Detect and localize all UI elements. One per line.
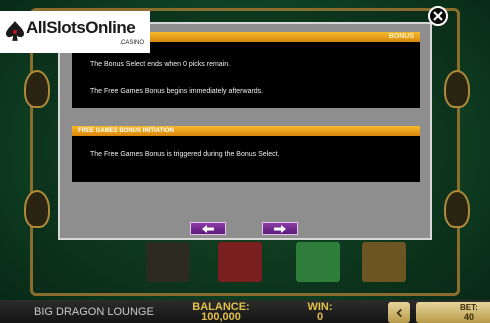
free-games-panel: FREE GAMES BONUS INITIATION The Free Gam…	[72, 126, 420, 182]
reel-symbol-red	[218, 242, 262, 282]
logo-brand-text: AllSlotsOnline	[26, 18, 136, 37]
site-logo: AllSlotsOnline .CASINO	[0, 11, 150, 53]
reel-symbol-dark	[146, 242, 190, 282]
arrow-left-icon	[202, 224, 214, 233]
win-value: 0	[316, 311, 324, 323]
balance-value: 100,000	[201, 311, 241, 323]
right-ornament-bottom	[444, 190, 470, 228]
bet-label: BET:	[460, 303, 478, 312]
chevron-left-icon	[396, 308, 402, 317]
spade-logo-icon	[6, 21, 24, 41]
left-ornament-bottom	[24, 190, 50, 228]
bonus-panel-line-1: The Bonus Select ends when 0 picks remai…	[90, 61, 231, 68]
close-icon	[433, 11, 443, 21]
next-page-button[interactable]	[262, 222, 298, 235]
arrow-right-icon	[274, 224, 286, 233]
bonus-panel-header-tag: BONUS	[388, 33, 414, 40]
bottom-bar: BIG DRAGON LOUNGE BALANCE: 100,000 WIN: …	[0, 300, 490, 323]
reel-symbol-green	[296, 242, 340, 282]
close-button[interactable]	[428, 6, 448, 26]
bet-decrease-button[interactable]	[388, 302, 410, 323]
left-ornament-top	[24, 70, 50, 108]
prev-page-button[interactable]	[190, 222, 226, 235]
bonus-panel-line-2: The Free Games Bonus begins immediately …	[90, 88, 264, 95]
free-games-panel-line-1: The Free Games Bonus is triggered during…	[90, 151, 280, 158]
info-overlay: BONUS The Bonus Select ends when 0 picks…	[58, 22, 432, 240]
free-games-panel-title: FREE GAMES BONUS INITIATION	[78, 128, 174, 134]
bet-value: 40	[464, 312, 475, 322]
game-title: BIG DRAGON LOUNGE	[34, 306, 154, 318]
logo-suffix-text: .CASINO	[119, 40, 144, 46]
reel-symbol-gold	[362, 242, 406, 282]
right-ornament-top	[444, 70, 470, 108]
bet-box[interactable]: BET: 40	[416, 302, 490, 323]
free-games-panel-header: FREE GAMES BONUS INITIATION	[72, 126, 420, 136]
